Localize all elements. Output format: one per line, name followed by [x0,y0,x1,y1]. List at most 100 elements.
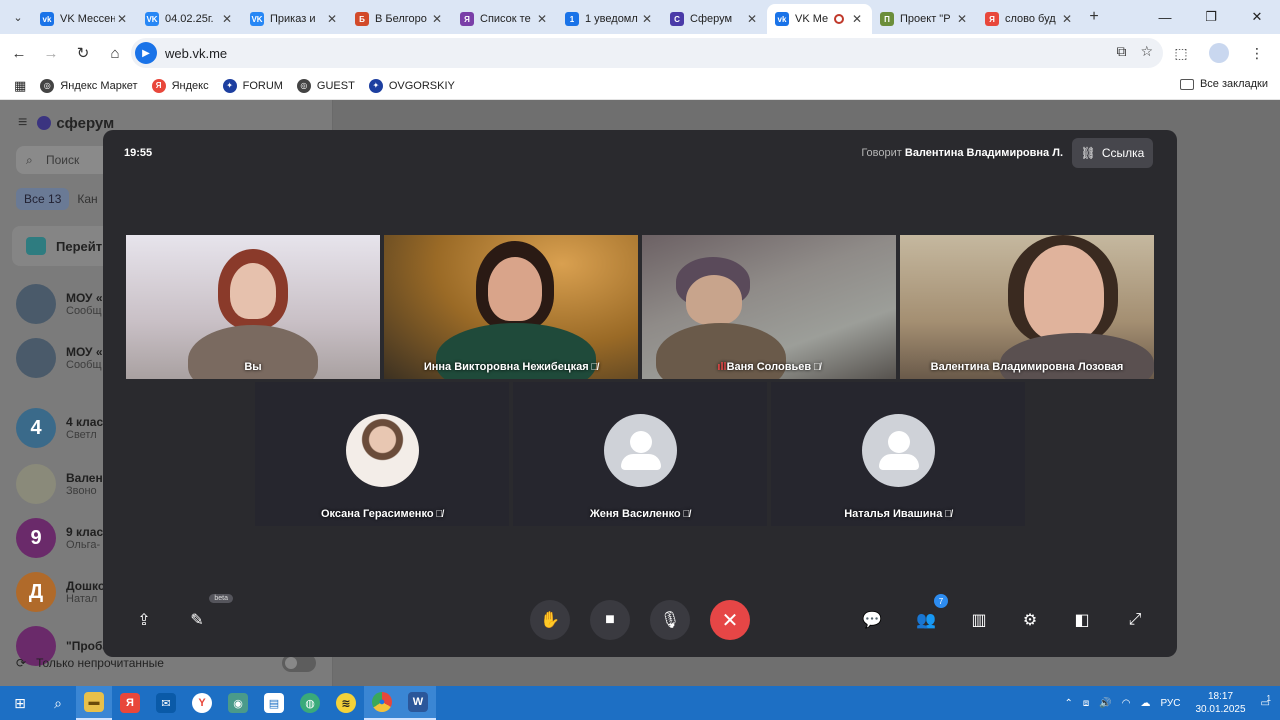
windows-taskbar: ⊞ ⌕ ▬ Я ✉ Y ◉ ▤ ◍ ≋ ● W ⌃ ⧈ 🔊 ◠ ☁ РУС 18… [0,686,1280,720]
minimize-button[interactable]: — [1142,0,1188,34]
browser-menu-icon[interactable]: ⋮ [1242,38,1272,68]
video-tile-natalya[interactable]: Наталья Ивашина 🎙̸ [771,382,1025,526]
close-window-button[interactable]: ✕ [1234,0,1280,34]
network-app-icon[interactable]: ⧈ [1083,698,1089,709]
browser-tab[interactable]: vk VK Ме ✕ [767,4,872,34]
banner-icon [26,237,46,255]
minimize-call-button[interactable]: ◧ [1062,600,1102,640]
chrome-icon[interactable]: ● [364,686,400,720]
tab-close-icon[interactable]: ✕ [955,12,969,26]
explorer-icon[interactable]: ▬ [76,686,112,720]
microphone-button[interactable]: 🎙 [650,600,690,640]
extensions-icon[interactable]: ⬚ [1166,38,1196,68]
menu-icon[interactable]: ≡ [18,114,27,132]
participants-button[interactable]: 👥 7 [906,594,948,640]
profile-avatar[interactable] [1204,38,1234,68]
window-controls: — ❐ ✕ [1142,0,1280,34]
tab-close-icon[interactable]: ✕ [220,12,234,26]
tab-close-icon[interactable]: ✕ [745,12,759,26]
start-button[interactable]: ⊞ [0,686,40,720]
settings-button[interactable]: ⚙ [1010,600,1050,640]
notifications-icon[interactable]: ▭ 1 [1261,694,1271,709]
tab-title: 04.02.25г. [165,13,214,25]
copy-link-button[interactable]: ⛓ Ссылка [1072,138,1153,168]
volume-icon[interactable]: 🔊 [1099,698,1111,709]
cast-icon[interactable]: ⧉ [1116,43,1126,60]
tab-close-icon[interactable]: ✕ [1060,12,1074,26]
mic-off-icon: 🎙̸ [813,362,821,373]
browser-tab[interactable]: VK Приказ и ✕ [242,4,347,34]
bookmark-star-icon[interactable]: ☆ [1140,43,1153,60]
tab-search-dropdown[interactable]: ⌄ [4,5,32,29]
video-tile-self[interactable]: Вы [126,235,380,379]
tab-close-icon[interactable]: ✕ [850,12,864,26]
tab-close-icon[interactable]: ✕ [325,12,339,26]
tab-title: Проект "Р [900,13,951,25]
forward-button[interactable]: → [36,38,66,68]
camera-button[interactable]: ■ [590,600,630,640]
tray-expand-icon[interactable]: ⌃ [1065,698,1073,709]
home-button[interactable]: ⌂ [100,38,130,68]
search-icon[interactable]: ⌕ [40,686,76,720]
tab-close-icon[interactable]: ✕ [115,12,129,26]
bookmark-item[interactable]: ✦ FORUM [222,78,283,93]
browser-tab[interactable]: VK 04.02.25г. ✕ [137,4,242,34]
bookmark-item[interactable]: ◎ Яндекс Маркет [40,78,138,93]
reload-button[interactable]: ↻ [68,38,98,68]
onedrive-icon[interactable]: ☁ [1140,698,1150,709]
bookmark-item[interactable]: ✦ OVGORSKIY [368,78,455,93]
fullscreen-button[interactable]: ⤢ [1115,600,1155,640]
bookmark-icon: ◎ [40,78,55,93]
chat-button[interactable]: 💬 [852,600,892,640]
store-icon[interactable]: ▤ [256,686,292,720]
maximize-button[interactable]: ❐ [1188,0,1234,34]
chat-avatar [16,338,56,378]
wifi-icon[interactable]: ◠ [1122,698,1131,709]
tab-favicon-icon: Я [460,12,474,26]
browser-tab[interactable]: С Сферум ✕ [662,4,767,34]
video-tile-oksana[interactable]: Оксана Герасименко 🎙̸ [255,382,509,526]
bookmark-icon: ✦ [368,78,383,93]
filter-all[interactable]: Все 13 [16,188,70,210]
whiteboard-button[interactable]: ✎ beta [177,594,233,640]
share-screen-button[interactable]: ⇪ [124,600,164,640]
tab-title: 1 уведомл [585,13,638,25]
yandex-browser-icon[interactable]: Y [184,686,220,720]
new-tab-button[interactable]: + [1082,8,1106,26]
video-tile-zhenya[interactable]: Женя Василенко 🎙̸ [513,382,767,526]
app-icon[interactable]: ◉ [220,686,256,720]
video-tile-valentina[interactable]: Валентина Владимировна Лозовая [900,235,1154,379]
yandex-icon[interactable]: Я [112,686,148,720]
clock[interactable]: 18:17 30.01.2025 [1195,690,1245,716]
browser-tab[interactable]: Б В Белгоро ✕ [347,4,452,34]
recording-icon [834,14,844,24]
back-button[interactable]: ← [4,38,34,68]
word-icon[interactable]: W [400,686,436,720]
filter-next[interactable]: Кан [77,188,97,210]
tab-close-icon[interactable]: ✕ [535,12,549,26]
site-info-icon[interactable]: ▶ [135,42,157,64]
beeline-icon[interactable]: ≋ [328,686,364,720]
browser-tab[interactable]: П Проект "Р ✕ [872,4,977,34]
browser-tab[interactable]: Я Список те ✕ [452,4,557,34]
browser-tab[interactable]: vk VK Мессен ✕ [32,4,137,34]
all-bookmarks-button[interactable]: Все закладки [1179,78,1268,90]
tab-close-icon[interactable]: ✕ [640,12,654,26]
language-indicator[interactable]: РУС [1160,698,1180,709]
mail-icon[interactable]: ✉ [148,686,184,720]
video-tile-vanya[interactable]: ıllВаня Соловьев 🎙̸ [642,235,896,379]
browser-toolbar: ← → ↻ ⌂ ▶ web.vk.me ⧉ ☆ ⬚ ⋮ [0,34,1280,72]
raise-hand-button[interactable]: ✋ [530,600,570,640]
end-call-button[interactable]: ✕ [710,600,750,640]
browser-tab-bar: ⌄ vk VK Мессен ✕ VK 04.02.25г. ✕ VK Приказ и ✕ Б В… [0,0,1280,34]
browser-tab[interactable]: Яслово буд ✕ [977,4,1082,34]
layout-button[interactable]: ▥ [959,600,999,640]
browser-tab[interactable]: 1 1 уведомл ✕ [557,4,662,34]
support-icon[interactable]: ◍ [292,686,328,720]
bookmark-item[interactable]: ◎ GUEST [296,78,355,93]
apps-grid-icon[interactable]: ▦ [14,78,26,94]
video-tile-inna[interactable]: Инна Викторовна Нежибецкая 🎙̸ [384,235,638,379]
bookmark-item[interactable]: Я Яндекс [151,78,209,93]
tab-close-icon[interactable]: ✕ [430,12,444,26]
address-bar[interactable]: ▶ web.vk.me ⧉ ☆ [131,38,1163,68]
